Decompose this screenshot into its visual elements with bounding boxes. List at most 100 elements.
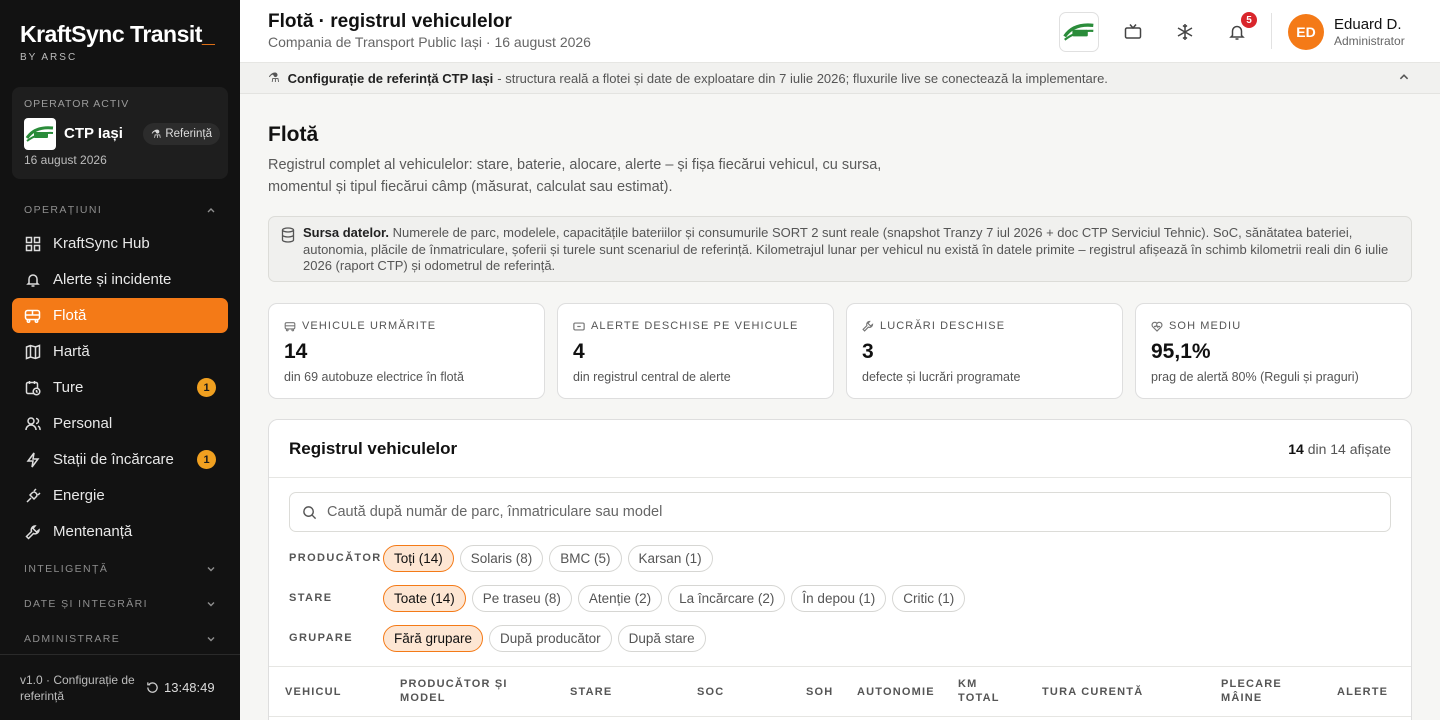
map-icon <box>24 343 41 360</box>
chip-producer-bmc[interactable]: BMC (5) <box>549 544 622 572</box>
sidebar-item-alerts[interactable]: Alerte și incidente <box>12 262 228 297</box>
vehicle-registry: Registrul vehiculelor 14 din 14 afișate … <box>268 419 1412 720</box>
tv-icon[interactable] <box>1122 21 1144 43</box>
plug-icon <box>24 487 41 504</box>
section-operations[interactable]: OPERAȚIUNI <box>24 204 216 216</box>
kpi-value: 3 <box>862 340 874 363</box>
search-box[interactable] <box>289 492 1391 532</box>
reference-badge: ⚗ Referință <box>143 123 220 145</box>
col-km-total[interactable]: KM TOTAL <box>958 677 1008 705</box>
chip-status-warning[interactable]: Atenție (2) <box>577 584 663 612</box>
filter-status: STARE Toate (14) Pe traseu (8) Atenție (… <box>289 584 971 612</box>
chip-producer-solaris[interactable]: Solaris (8) <box>459 544 544 572</box>
bolt-icon <box>24 451 41 468</box>
col-soh[interactable]: SOH <box>806 685 833 699</box>
wrench-icon <box>862 320 874 332</box>
sidebar-item-hub[interactable]: KraftSync Hub <box>12 226 228 261</box>
clock[interactable]: 13:48:49 <box>146 680 215 695</box>
source-text: Sursa datelor. Numerele de parc, modelel… <box>303 225 1389 273</box>
chip-group-producer[interactable]: După producător <box>489 624 612 652</box>
snowflake-icon[interactable] <box>1174 21 1196 43</box>
operator-name: CTP Iași <box>64 125 123 142</box>
registry-title: Registrul vehiculelor <box>289 439 458 458</box>
header-divider <box>1271 13 1272 49</box>
search-icon <box>303 505 317 519</box>
user-role: Administrator <box>1334 34 1405 48</box>
users-icon <box>24 415 41 432</box>
chip-producer-all[interactable]: Toți (14) <box>383 544 454 572</box>
filter-producer: PRODUCĂTOR Toți (14) Solaris (8) BMC (5)… <box>289 544 719 572</box>
col-soc[interactable]: SOC <box>697 685 724 699</box>
kpi-sub: din registrul central de alerte <box>573 370 731 384</box>
sidebar-item-map[interactable]: Hartă <box>12 334 228 369</box>
kpi-value: 4 <box>573 340 585 363</box>
chevron-down-icon <box>207 637 215 642</box>
page-subtitle: Compania de Transport Public Iași · 16 a… <box>268 34 591 50</box>
registry-count: 14 din 14 afișate <box>1288 441 1391 457</box>
kpi-open-work[interactable]: LUCRĂRI DESCHISE 3 defecte și lucrări pr… <box>846 303 1123 399</box>
search-input[interactable] <box>327 504 1327 520</box>
chip-group-status[interactable]: După stare <box>617 624 706 652</box>
sidebar-item-fleet[interactable]: Flotă <box>12 298 228 333</box>
grid-icon <box>24 235 41 252</box>
section-admin[interactable]: ADMINISTRARE <box>24 633 216 645</box>
col-autonomy[interactable]: AUTONOMIE <box>857 685 935 699</box>
charging-badge: 1 <box>197 450 216 469</box>
chip-status-on-route[interactable]: Pe traseu (8) <box>471 584 572 612</box>
col-producer-model[interactable]: PRODUCĂTOR ȘI MODEL <box>400 677 530 705</box>
bus-icon <box>24 307 41 324</box>
sidebar: KraftSync Transit_ BY ARSC OPERATOR ACTI… <box>0 0 240 720</box>
ctp-logo-icon <box>24 118 56 150</box>
operator-logo-icon[interactable] <box>1059 12 1099 52</box>
sidebar-item-personnel[interactable]: Personal <box>12 406 228 441</box>
config-banner: ⚗ Configurație de referință CTP Iași - s… <box>240 63 1440 94</box>
chip-status-charging[interactable]: La încărcare (2) <box>668 584 786 612</box>
kpi-avg-soh[interactable]: SOH MEDIU 95,1% prag de alertă 80% (Regu… <box>1135 303 1412 399</box>
bus-icon <box>284 321 296 331</box>
user-name[interactable]: Eduard D. <box>1334 16 1402 33</box>
chip-status-all[interactable]: Toate (14) <box>383 584 466 612</box>
bell-icon <box>24 271 41 288</box>
section-data-integrations[interactable]: DATE ȘI INTEGRĂRI <box>24 598 216 610</box>
shifts-badge: 1 <box>197 378 216 397</box>
banner-text: - structura reală a flotei și date de ex… <box>497 70 1108 86</box>
operator-label: OPERATOR ACTIV <box>24 98 130 110</box>
col-alerts[interactable]: ALERTE <box>1337 685 1388 699</box>
sidebar-item-shifts[interactable]: Ture 1 <box>12 370 228 405</box>
sidebar-footer: v1.0 · Configurație de referință 13:48:4… <box>0 654 240 720</box>
col-current-shift[interactable]: TURA CURENTĂ <box>1042 685 1143 699</box>
brand-name: KraftSync Transit_ <box>20 21 215 47</box>
kpi-sub: defecte și lucrări programate <box>862 370 1021 384</box>
chevron-up-icon[interactable] <box>1398 71 1410 83</box>
kpi-value: 14 <box>284 340 308 363</box>
col-status[interactable]: STARE <box>570 685 612 699</box>
kpi-value: 95,1% <box>1151 340 1211 363</box>
chip-group-none[interactable]: Fără grupare <box>383 624 484 652</box>
sidebar-item-charging[interactable]: Stații de încărcare 1 <box>12 442 228 477</box>
top-header: Flotă · registrul vehiculelor Compania d… <box>240 0 1440 63</box>
sidebar-item-maintenance[interactable]: Mentenanță <box>12 514 228 549</box>
operator-date: 16 august 2026 <box>24 153 107 167</box>
sidebar-item-energy[interactable]: Energie <box>12 478 228 513</box>
kpi-open-alerts[interactable]: ALERTE DESCHISE PE VEHICULE 4 din regist… <box>557 303 834 399</box>
col-departure-tomorrow[interactable]: PLECARE MÂINE <box>1221 677 1301 705</box>
section-intelligence[interactable]: INTELIGENȚĂ <box>24 563 216 575</box>
kpi-tracked-vehicles[interactable]: VEHICULE URMĂRITE 14 din 69 autobuze ele… <box>268 303 545 399</box>
alert-tag-icon <box>573 321 585 331</box>
database-icon <box>281 227 295 243</box>
chip-status-critical[interactable]: Critic (1) <box>892 584 966 612</box>
avatar[interactable]: ED <box>1288 14 1324 50</box>
version-label: v1.0 · Configurație de referință <box>20 673 135 703</box>
chevron-up-icon <box>207 208 215 213</box>
section-title: Flotă <box>268 123 319 146</box>
flask-icon: ⚗ <box>151 129 162 141</box>
brand[interactable]: KraftSync Transit_ BY ARSC <box>20 20 215 63</box>
kpi-sub: prag de alertă 80% (Reguli și praguri) <box>1151 370 1359 384</box>
heart-pulse-icon <box>1151 321 1163 332</box>
chevron-down-icon <box>207 567 215 572</box>
chip-status-depot[interactable]: În depou (1) <box>791 584 887 612</box>
col-vehicle[interactable]: VEHICUL <box>285 685 342 699</box>
kpi-sub: din 69 autobuze electrice în flotă <box>284 370 464 384</box>
chip-producer-karsan[interactable]: Karsan (1) <box>627 544 713 572</box>
operator-card[interactable]: OPERATOR ACTIV CTP Iași ⚗ Referință 16 au… <box>12 87 228 179</box>
